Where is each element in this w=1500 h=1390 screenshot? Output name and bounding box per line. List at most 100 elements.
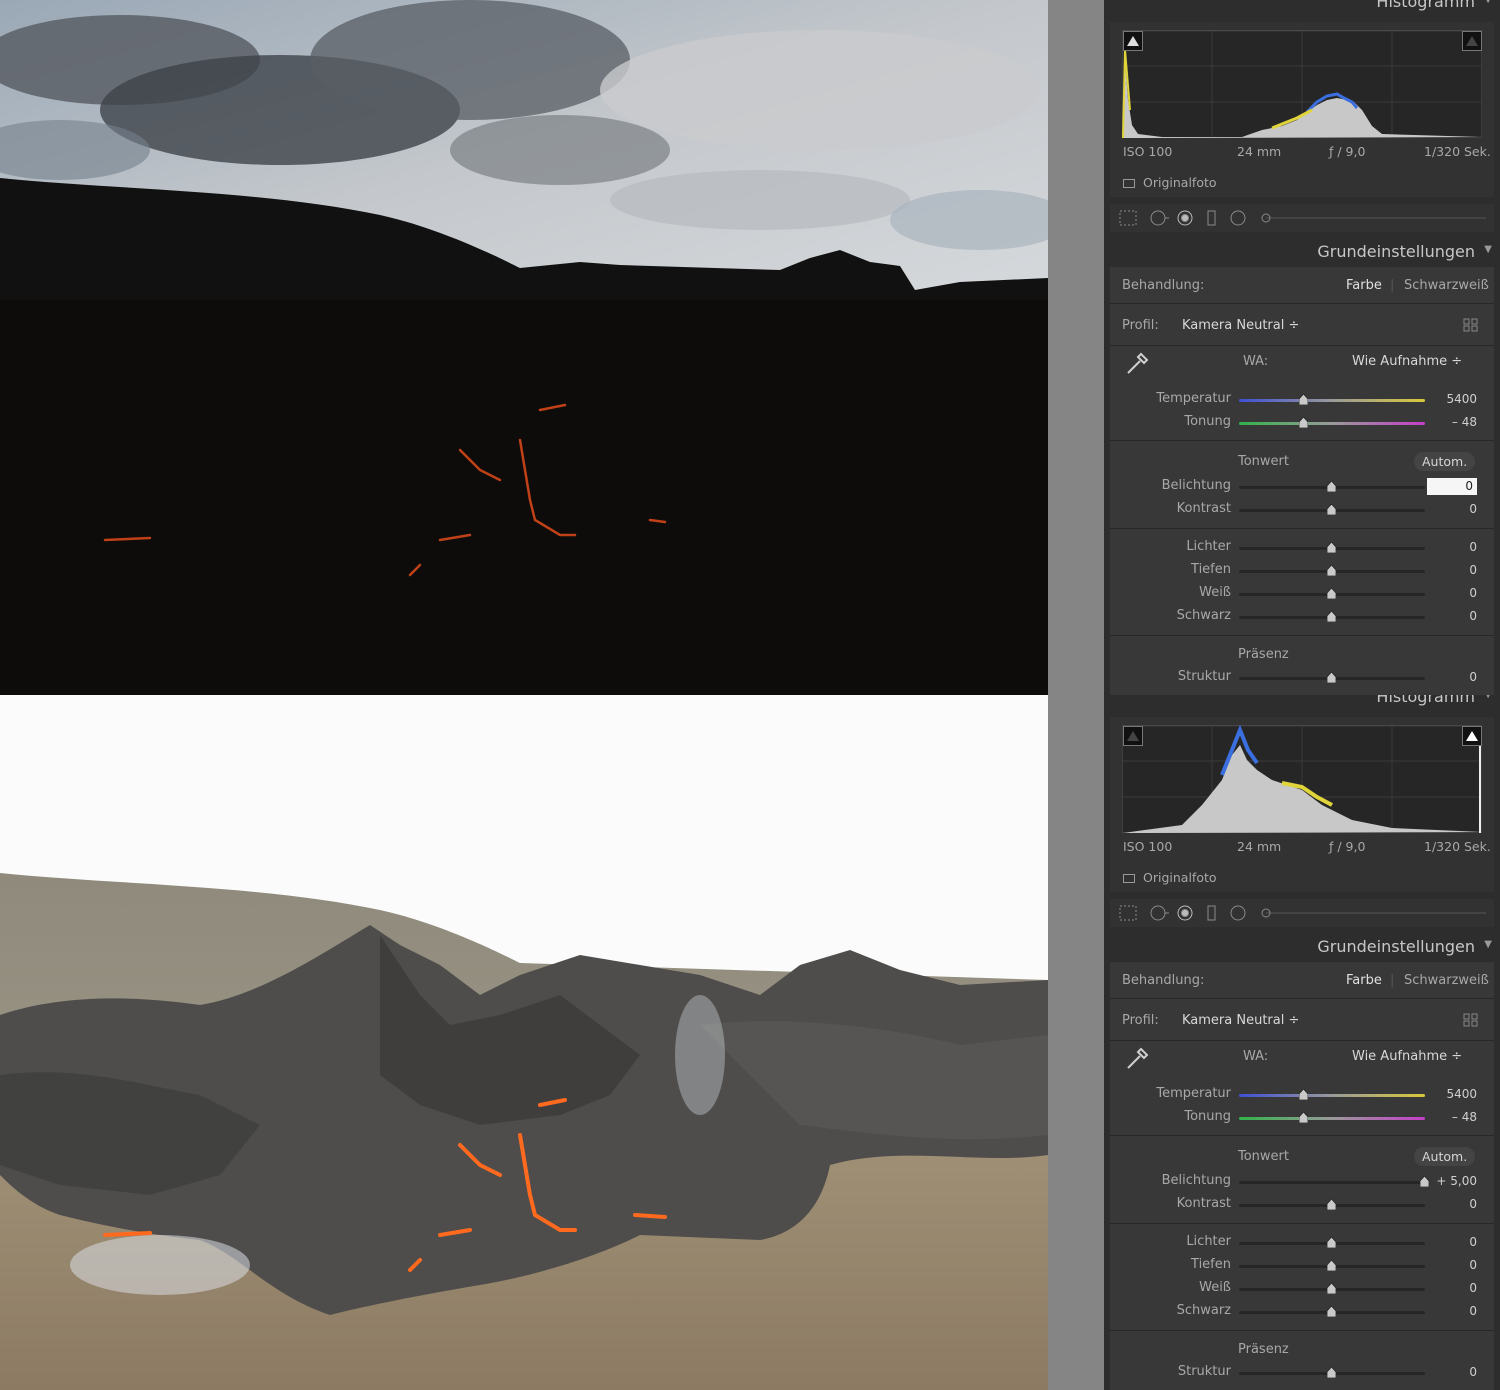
exif-focal-length: 24 mm: [1237, 144, 1282, 159]
shadow-clipping-icon[interactable]: [1123, 726, 1143, 746]
belichtung-label: Belichtung: [1161, 478, 1231, 493]
kontrast-value[interactable]: 0: [1431, 502, 1477, 516]
weiss-slider-thumb[interactable]: [1327, 588, 1336, 599]
tonung-slider-thumb[interactable]: [1299, 1112, 1309, 1123]
belichtung-value[interactable]: + 5,00: [1431, 1174, 1477, 1188]
lichter-slider-thumb[interactable]: [1327, 1237, 1336, 1248]
wb-dropdown[interactable]: Wie Aufnahme ÷: [1352, 354, 1462, 369]
original-photo-checkbox[interactable]: [1123, 179, 1135, 188]
lichter-slider-thumb[interactable]: [1327, 542, 1336, 553]
struktur-slider-thumb[interactable]: [1327, 672, 1336, 683]
collapse-triangle-icon[interactable]: ▼: [1484, 0, 1492, 5]
belichtung-slider-thumb[interactable]: [1327, 481, 1336, 492]
treatment-bw-button[interactable]: Schwarzweiß: [1404, 973, 1489, 988]
tonung-value[interactable]: – 48: [1431, 1110, 1477, 1124]
schwarz-slider-thumb[interactable]: [1327, 1306, 1336, 1317]
temperatur-slider-thumb[interactable]: [1299, 1089, 1309, 1100]
treatment-color-button[interactable]: Farbe: [1346, 278, 1382, 293]
temperatur-value[interactable]: 5400: [1431, 392, 1477, 406]
lichter-value[interactable]: 0: [1431, 540, 1477, 554]
schwarz-label: Schwarz: [1176, 608, 1231, 623]
schwarz-value[interactable]: 0: [1431, 609, 1477, 623]
presence-label: Präsenz: [1238, 647, 1289, 662]
temperatur-value[interactable]: 5400: [1431, 1087, 1477, 1101]
wb-dropdown[interactable]: Wie Aufnahme ÷: [1352, 1049, 1462, 1064]
develop-panel-2: Histogramm ▼ ISO 100 24 mm ƒ / 9,0 1/320 Sek…: [1104, 695, 1500, 1390]
tonung-label: Tonung: [1184, 414, 1231, 429]
shadow-clipping-icon[interactable]: [1123, 31, 1143, 51]
eyedropper-icon[interactable]: [1124, 351, 1150, 377]
original-photo-checkbox[interactable]: [1123, 874, 1135, 883]
basic-panel-title: Grundeinstellungen: [1317, 242, 1475, 261]
profile-label: Profil:: [1122, 318, 1159, 333]
divider: [1110, 303, 1494, 304]
weiss-slider-thumb[interactable]: [1327, 1283, 1336, 1294]
kontrast-slider-thumb[interactable]: [1327, 504, 1336, 515]
schwarz-label: Schwarz: [1176, 1303, 1231, 1318]
temperatur-slider[interactable]: [1239, 1094, 1425, 1097]
treatment-label: Behandlung:: [1122, 278, 1205, 293]
struktur-label: Struktur: [1177, 669, 1231, 684]
profile-dropdown[interactable]: Kamera Neutral ÷: [1182, 318, 1299, 333]
exif-shutter: 1/320 Sek.: [1424, 144, 1491, 159]
auto-tone-button[interactable]: Autom.: [1414, 1147, 1476, 1166]
divider: [1110, 528, 1494, 529]
weiss-value[interactable]: 0: [1431, 586, 1477, 600]
tool-strip-icons: [1119, 905, 1486, 921]
profile-browser-icon[interactable]: [1463, 1013, 1479, 1027]
profile-dropdown[interactable]: Kamera Neutral ÷: [1182, 1013, 1299, 1028]
highlight-clipping-icon[interactable]: [1462, 726, 1482, 746]
photo-before: [0, 0, 1048, 695]
temperatur-slider[interactable]: [1239, 399, 1425, 402]
divider: [1110, 1223, 1494, 1224]
tonung-slider-thumb[interactable]: [1299, 417, 1309, 428]
belichtung-slider-thumb[interactable]: [1420, 1176, 1429, 1187]
divider: [1110, 1040, 1494, 1041]
exposure-input[interactable]: 0: [1427, 478, 1477, 495]
schwarz-value[interactable]: 0: [1431, 1304, 1477, 1318]
tonung-slider[interactable]: [1239, 1117, 1425, 1120]
lichter-label: Lichter: [1186, 1234, 1231, 1249]
struktur-value[interactable]: 0: [1431, 670, 1477, 684]
kontrast-slider-thumb[interactable]: [1327, 1199, 1336, 1210]
profile-label: Profil:: [1122, 1013, 1159, 1028]
presence-label: Präsenz: [1238, 1342, 1289, 1357]
kontrast-label: Kontrast: [1176, 1196, 1231, 1211]
divider: [1110, 1135, 1494, 1136]
treatment-color-button[interactable]: Farbe: [1346, 973, 1382, 988]
wb-label: WA:: [1243, 1049, 1269, 1064]
weiss-value[interactable]: 0: [1431, 1281, 1477, 1295]
tiefen-slider-thumb[interactable]: [1327, 565, 1336, 576]
tiefen-value[interactable]: 0: [1431, 563, 1477, 577]
highlight-clipping-icon[interactable]: [1462, 31, 1482, 51]
tiefen-label: Tiefen: [1191, 1257, 1231, 1272]
divider: [1110, 1330, 1494, 1331]
tone-label: Tonwert: [1238, 454, 1289, 469]
eyedropper-icon[interactable]: [1124, 1046, 1150, 1072]
window-gutter: [1048, 0, 1104, 1390]
collapse-triangle-icon[interactable]: ▼: [1484, 939, 1492, 950]
original-photo-label: Originalfoto: [1143, 870, 1217, 885]
tiefen-value[interactable]: 0: [1431, 1258, 1477, 1272]
temperatur-slider-thumb[interactable]: [1299, 394, 1309, 405]
tiefen-slider-thumb[interactable]: [1327, 1260, 1336, 1271]
schwarz-slider-thumb[interactable]: [1327, 611, 1336, 622]
lichter-value[interactable]: 0: [1431, 1235, 1477, 1249]
collapse-triangle-icon[interactable]: ▼: [1484, 244, 1492, 255]
treatment-bw-button[interactable]: Schwarzweiß: [1404, 278, 1489, 293]
divider: [1110, 635, 1494, 636]
profile-browser-icon[interactable]: [1463, 318, 1479, 332]
kontrast-value[interactable]: 0: [1431, 1197, 1477, 1211]
original-photo-label: Originalfoto: [1143, 175, 1217, 190]
belichtung-slider[interactable]: [1239, 1181, 1425, 1184]
tonung-slider[interactable]: [1239, 422, 1425, 425]
auto-tone-button[interactable]: Autom.: [1414, 452, 1476, 471]
tonung-label: Tonung: [1184, 1109, 1231, 1124]
struktur-value[interactable]: 0: [1431, 1365, 1477, 1379]
tiefen-label: Tiefen: [1191, 562, 1231, 577]
struktur-slider-thumb[interactable]: [1327, 1367, 1336, 1378]
collapse-triangle-icon[interactable]: ▼: [1484, 695, 1492, 700]
tonung-value[interactable]: – 48: [1431, 415, 1477, 429]
treatment-label: Behandlung:: [1122, 973, 1205, 988]
treatment-divider: |: [1390, 278, 1395, 293]
